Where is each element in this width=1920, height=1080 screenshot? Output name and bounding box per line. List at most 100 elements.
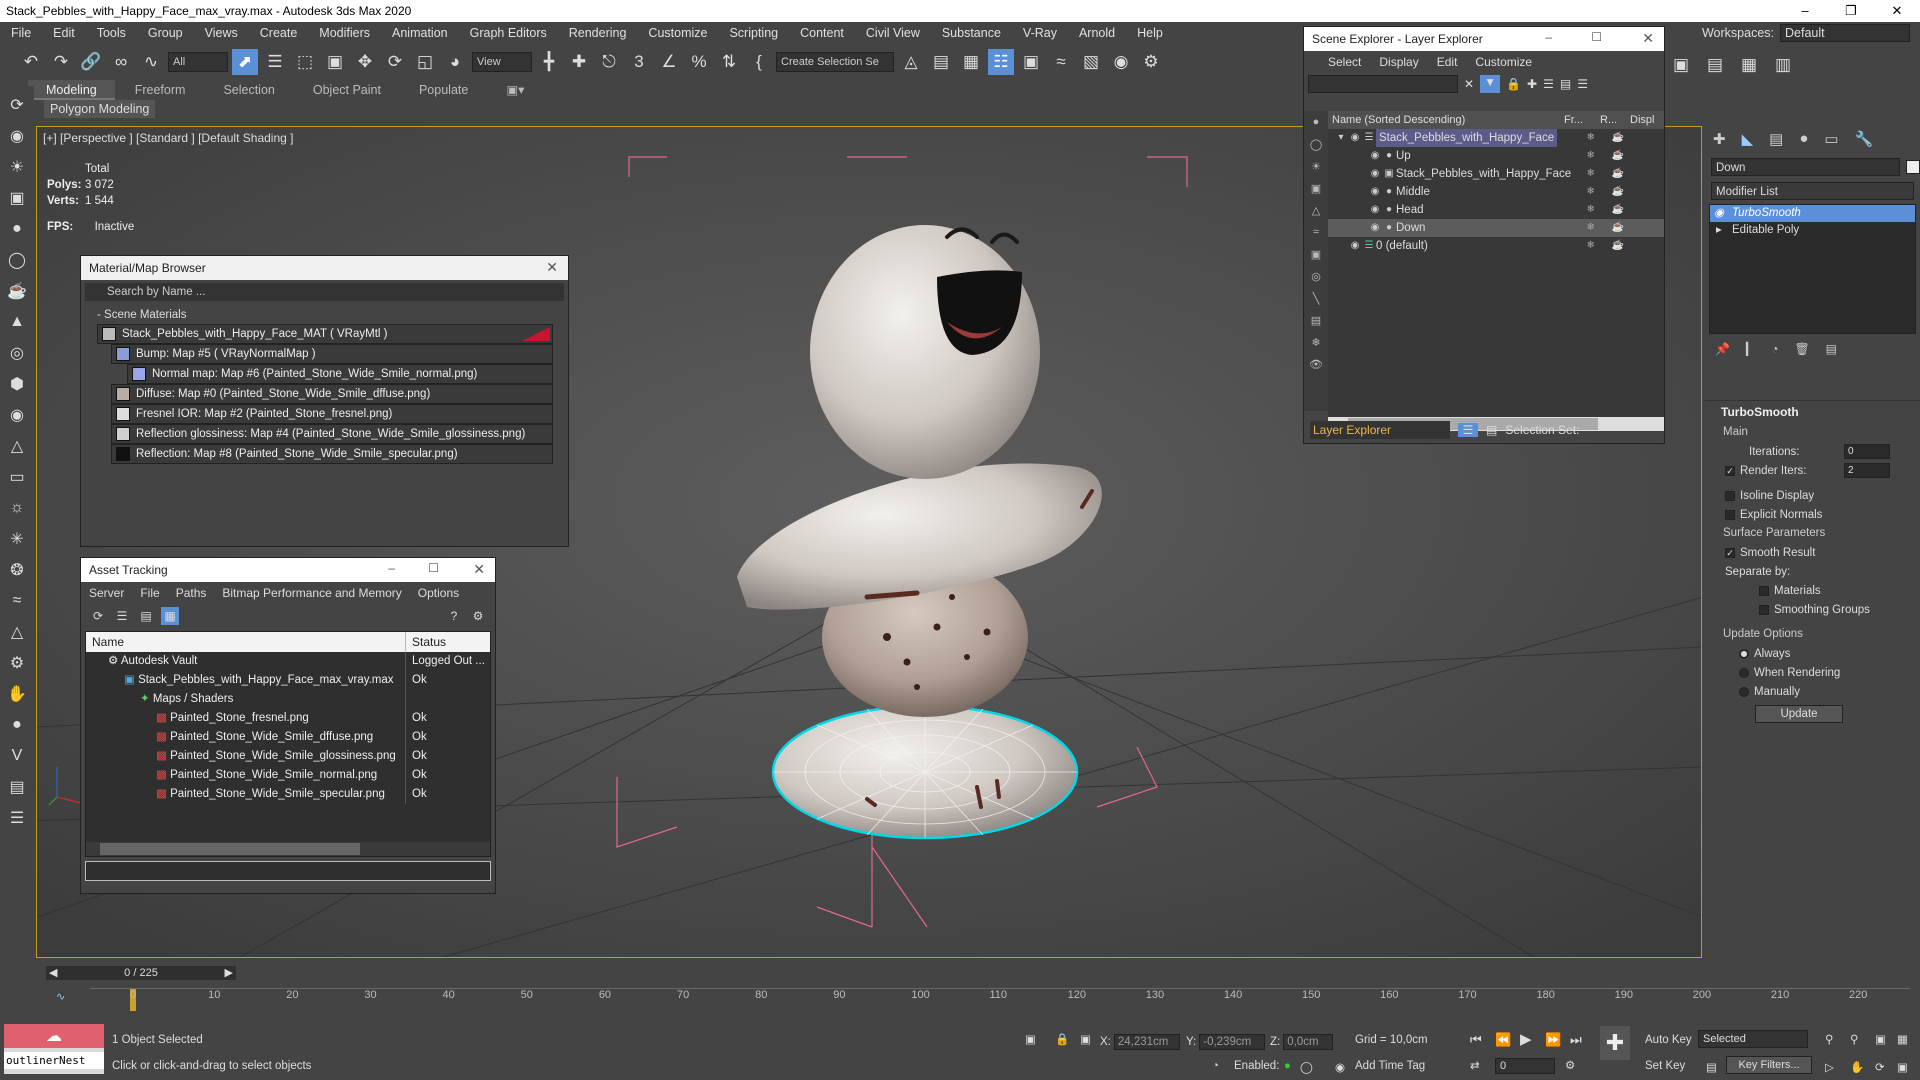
list-view-icon[interactable]: ☰: [113, 607, 131, 625]
bind-space-warp-icon[interactable]: ∿: [138, 49, 164, 75]
list-item[interactable]: Reflection: Map #8 (Painted_Stone_Wide_S…: [111, 444, 553, 464]
menu-customize[interactable]: Customize: [1475, 55, 1532, 69]
auto-key-button[interactable]: Auto Key: [1645, 1034, 1692, 1046]
render-icon[interactable]: ▤: [4, 774, 30, 799]
zoom-icon[interactable]: ⚲: [1825, 1032, 1833, 1046]
stack-item-editable-poly[interactable]: ▸ Editable Poly: [1710, 222, 1915, 239]
horizontal-scrollbar[interactable]: [86, 842, 490, 856]
display-containers-icon[interactable]: ▤: [1307, 311, 1325, 329]
zoom-extents-all-icon[interactable]: ▦: [1897, 1032, 1908, 1046]
expand-icon[interactable]: ▾: [1334, 129, 1348, 147]
menu-paths[interactable]: Paths: [176, 586, 207, 600]
hierarchy-icon[interactable]: ▤: [1560, 77, 1571, 91]
menu-bitmap-performance[interactable]: Bitmap Performance and Memory: [222, 586, 401, 600]
eye-icon[interactable]: ◉: [1368, 183, 1382, 201]
placement-icon[interactable]: ◕: [442, 49, 468, 75]
head-pebble[interactable]: [810, 225, 1040, 479]
hierarchy-tab-icon[interactable]: ▤: [1769, 130, 1783, 148]
key-filters-icon[interactable]: ▤: [1706, 1060, 1717, 1074]
orbit-icon[interactable]: ⟳: [1875, 1060, 1885, 1074]
pan-icon[interactable]: ✋: [1850, 1060, 1864, 1074]
time-ruler[interactable]: 0 10 20 30 40 50 60 70 80 90 100 110 120 130 140 150 160…: [90, 988, 1910, 1012]
key-set-dropdown[interactable]: Selected: [1698, 1030, 1808, 1048]
adaptive-degradation-icon[interactable]: ◔: [1212, 1060, 1219, 1072]
space-warp-icon[interactable]: ≈: [4, 588, 30, 613]
toggle-layer-explorer-icon[interactable]: ☷: [988, 49, 1014, 75]
script-input[interactable]: outlinerNest: [4, 1052, 104, 1069]
tab-selection[interactable]: Selection: [205, 80, 292, 100]
absolute-mode-icon[interactable]: ▣: [1080, 1032, 1091, 1046]
menu-file[interactable]: File: [0, 26, 42, 40]
menu-help[interactable]: Help: [1126, 26, 1174, 40]
x-coordinate-field[interactable]: 24,231cm: [1113, 1034, 1180, 1050]
filter-icon[interactable]: ▼: [1480, 75, 1501, 93]
tree-row-layer[interactable]: ▾ ◉ ☰ Stack_Pebbles_with_Happy_Face ❄ ☕: [1328, 129, 1664, 147]
render-iters-spinner[interactable]: 2: [1844, 463, 1890, 478]
spinner-snap-icon[interactable]: ⇅: [716, 49, 742, 75]
list-item[interactable]: Stack_Pebbles_with_Happy_Face_MAT ( VRay…: [97, 324, 553, 344]
configure-sets-icon[interactable]: ▤: [1826, 342, 1837, 356]
table-row[interactable]: ▣ Stack_Pebbles_with_Happy_Face_max_vray…: [86, 671, 490, 690]
previous-frame-icon[interactable]: ⏪: [1495, 1032, 1511, 1048]
selection-set-icon[interactable]: ▤: [1486, 423, 1497, 437]
table-view-icon[interactable]: ▦: [161, 607, 179, 625]
table-row[interactable]: ⚙ Autodesk Vault Logged Out ...: [86, 652, 490, 671]
container-icon[interactable]: ▣: [1668, 52, 1694, 78]
pyramid-icon[interactable]: △: [4, 433, 30, 458]
remove-modifier-icon[interactable]: 🗑: [1794, 342, 1809, 356]
box-icon[interactable]: ▣: [4, 185, 30, 210]
select-manipulate-icon[interactable]: ✚: [566, 49, 592, 75]
display-tab-icon[interactable]: ▭: [1824, 130, 1838, 148]
restore-button[interactable]: ❐: [1828, 0, 1874, 22]
menu-customize[interactable]: Customize: [637, 26, 718, 40]
tab-modeling[interactable]: Modeling: [28, 80, 115, 100]
display-groups-icon[interactable]: ▣: [1307, 245, 1325, 263]
menu-graph-editors[interactable]: Graph Editors: [459, 26, 558, 40]
turbosmooth-rollout[interactable]: TurboSmooth: [1709, 405, 1916, 419]
scene-materials-header[interactable]: - Scene Materials: [81, 304, 568, 324]
layout-icon[interactable]: ▥: [1770, 52, 1796, 78]
angle-snap-icon[interactable]: ∠: [656, 49, 682, 75]
tree-row-head[interactable]: ◉ ● Head ❄ ☕: [1328, 201, 1664, 219]
table-row[interactable]: ▩ Painted_Stone_Wide_Smile_specular.png O…: [86, 785, 490, 804]
menu-file[interactable]: File: [140, 586, 159, 600]
menu-views[interactable]: Views: [194, 26, 249, 40]
material-sphere-icon[interactable]: ●: [4, 712, 30, 737]
y-coordinate-field[interactable]: -0,239cm: [1199, 1034, 1266, 1050]
rotate-icon[interactable]: ⟳: [382, 49, 408, 75]
plane-icon[interactable]: ▭: [4, 464, 30, 489]
tree-row-middle[interactable]: ◉ ● Middle ❄ ☕: [1328, 183, 1664, 201]
list-item[interactable]: Fresnel IOR: Map #2 (Painted_Stone_fresn…: [111, 404, 553, 424]
redo-icon[interactable]: ↷: [48, 49, 74, 75]
curve-editor-icon[interactable]: ≈: [1048, 49, 1074, 75]
select-object-icon[interactable]: ⬈: [232, 49, 258, 75]
modifier-list-dropdown[interactable]: Modifier List: [1711, 182, 1914, 200]
menu-tools[interactable]: Tools: [86, 26, 137, 40]
scale-icon[interactable]: ◱: [412, 49, 438, 75]
eye-icon[interactable]: ◉: [1348, 129, 1362, 147]
list-item[interactable]: Normal map: Map #6 (Painted_Stone_Wide_S…: [127, 364, 553, 384]
create-tab-icon[interactable]: ✚: [1713, 130, 1726, 148]
toggle-ribbon-icon[interactable]: ▣: [1018, 49, 1044, 75]
menu-animation[interactable]: Animation: [381, 26, 459, 40]
when-rendering-radio[interactable]: [1739, 667, 1749, 678]
key-filters-button[interactable]: Key Filters...: [1726, 1056, 1812, 1074]
sphere-icon[interactable]: ●: [4, 216, 30, 241]
snaps-toggle-icon[interactable]: 3: [626, 49, 652, 75]
eye-icon[interactable]: ◉: [1368, 201, 1382, 219]
current-frame-field[interactable]: 0: [1495, 1058, 1555, 1074]
eye-icon[interactable]: ◉: [1348, 237, 1362, 255]
set-keys-icon[interactable]: ✚: [1600, 1026, 1630, 1060]
close-icon[interactable]: ✕: [1642, 30, 1654, 47]
close-icon[interactable]: ✕: [546, 259, 558, 276]
open-explorer-icon[interactable]: ▦: [1736, 52, 1762, 78]
sun-icon[interactable]: ☼: [4, 495, 30, 520]
utilities-tab-icon[interactable]: 🔧: [1855, 130, 1874, 148]
minimize-button[interactable]: –: [1782, 0, 1828, 22]
stack-item-turbosmooth[interactable]: ◉ TurboSmooth: [1710, 205, 1915, 222]
workspaces-dropdown[interactable]: Default: [1780, 24, 1910, 42]
column-name-header[interactable]: Name: [86, 632, 406, 652]
display-bones-icon[interactable]: ╲: [1307, 289, 1325, 307]
search-input[interactable]: Search by Name ...: [85, 283, 564, 301]
display-spacewarps-icon[interactable]: ≈: [1307, 223, 1325, 241]
